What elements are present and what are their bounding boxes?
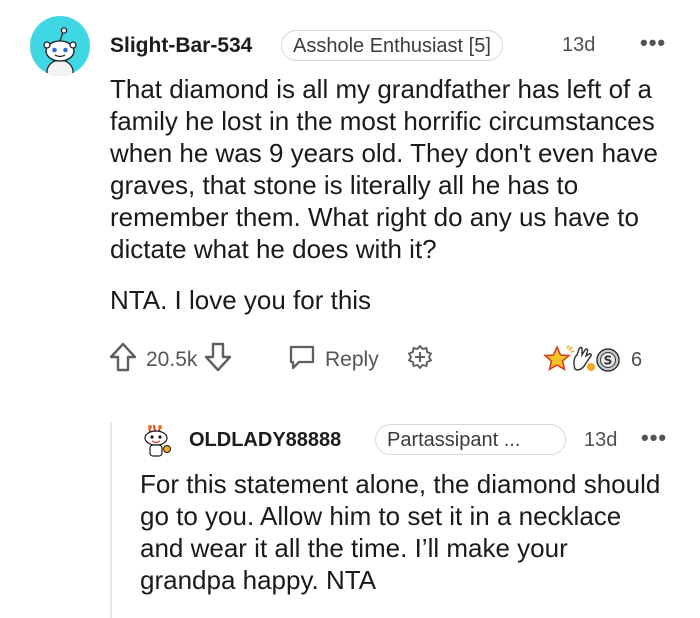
reply-label: Reply xyxy=(325,348,379,371)
comment-paragraph: NTA. I love you for this xyxy=(110,285,372,315)
give-award-icon[interactable] xyxy=(405,344,435,379)
awards-row[interactable]: S 6 xyxy=(543,345,642,375)
thread-line[interactable] xyxy=(110,422,112,618)
avatar[interactable] xyxy=(30,16,90,76)
comment-age: 13d xyxy=(584,429,618,451)
score: 20.5k xyxy=(146,348,198,371)
comment-age: 13d xyxy=(562,34,596,56)
svg-text:S: S xyxy=(604,354,613,368)
comment-bubble-icon xyxy=(287,342,317,378)
comment-paragraph: That diamond is all my grandfather has l… xyxy=(110,74,658,264)
avatar[interactable] xyxy=(140,423,176,464)
more-options-icon[interactable]: ••• xyxy=(641,425,667,451)
vote-bar: 20.5k xyxy=(108,341,233,379)
snoo-avatar-icon xyxy=(144,424,171,457)
reply-button[interactable]: Reply xyxy=(287,342,379,378)
upvote-icon[interactable] xyxy=(108,341,138,379)
comment-paragraph: For this statement alone, the diamond sh… xyxy=(140,469,661,595)
downvote-icon[interactable] xyxy=(203,341,233,379)
silver-award-icon: S xyxy=(596,348,620,372)
user-flair: Asshole Enthusiast [5] xyxy=(281,30,503,61)
more-options-icon[interactable]: ••• xyxy=(640,30,666,56)
snoo-avatar-icon xyxy=(43,27,77,76)
user-flair: Partassipant ... xyxy=(375,424,566,455)
comment-author[interactable]: OLDLADY88888 xyxy=(189,429,341,452)
award-count: 6 xyxy=(631,348,643,371)
hand-award-icon xyxy=(573,346,595,371)
comment-author[interactable]: Slight-Bar-534 xyxy=(110,34,252,58)
